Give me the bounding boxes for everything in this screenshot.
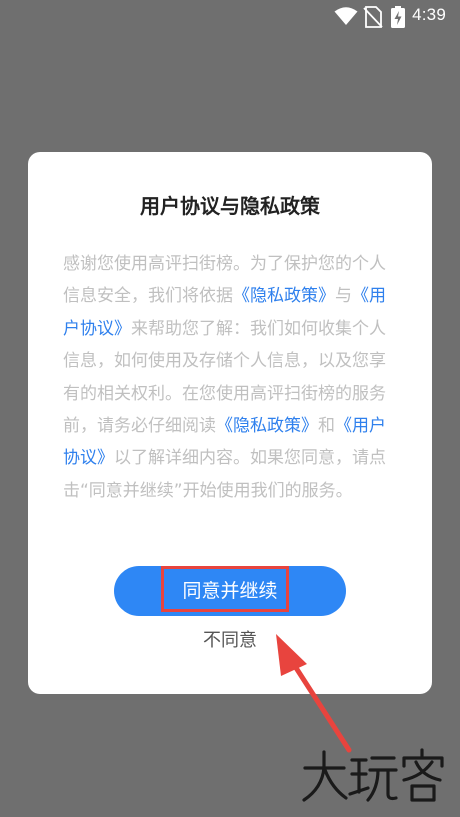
battery-charging-icon xyxy=(391,6,405,28)
status-bar: 4:39 xyxy=(0,0,460,34)
body-text: 与 xyxy=(335,286,352,307)
agree-continue-button[interactable]: 同意并继续 xyxy=(114,566,346,616)
status-time: 4:39 xyxy=(412,5,446,24)
privacy-policy-link[interactable]: 《隐私政策》 xyxy=(216,416,318,436)
privacy-dialog: 用户协议与隐私政策 感谢您使用高评扫街榜。为了保护您的个人信息安全，我们将依据《… xyxy=(28,152,432,694)
body-text: 和 xyxy=(318,416,335,437)
dialog-title: 用户协议与隐私政策 xyxy=(140,194,320,218)
dialog-body: 感谢您使用高评扫街榜。为了保护您的个人信息安全，我们将依据《隐私政策》与《用户协… xyxy=(63,248,397,507)
no-sim-icon xyxy=(363,6,383,28)
watermark-logo xyxy=(302,748,444,802)
agree-continue-label: 同意并继续 xyxy=(182,580,278,602)
wifi-icon xyxy=(334,7,358,25)
disagree-button[interactable]: 不同意 xyxy=(170,626,290,656)
privacy-policy-link[interactable]: 《隐私政策》 xyxy=(233,286,335,306)
